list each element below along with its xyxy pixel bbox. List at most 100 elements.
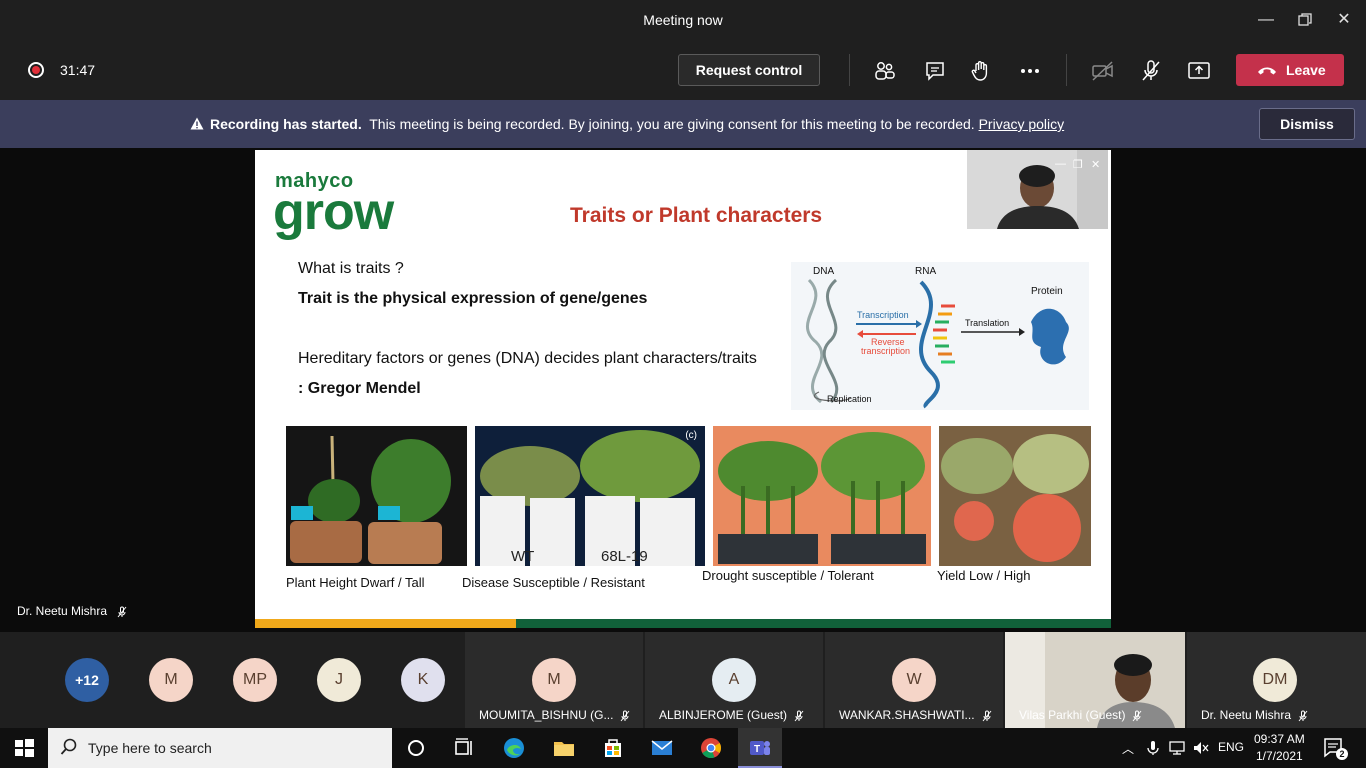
participant-tile[interactable]: DM Dr. Neetu Mishra xyxy=(1187,632,1366,728)
participant-strip: +12 M MP J K M MOUMITA_BISHNU (G... A AL… xyxy=(0,632,1366,728)
privacy-policy-link[interactable]: Privacy policy xyxy=(979,116,1065,132)
meeting-timer: 31:47 xyxy=(60,62,96,78)
toolbar-divider xyxy=(849,54,850,86)
pip-minimize-icon[interactable]: — xyxy=(1055,158,1066,170)
diagram-reverse2-label: transcription xyxy=(861,346,911,356)
more-icon[interactable] xyxy=(1017,58,1043,84)
presenter-video[interactable]: — ❐ ✕ xyxy=(967,150,1108,229)
slide-question: What is traits ? xyxy=(298,260,404,277)
participant-tile[interactable]: A ALBINJEROME (Guest) xyxy=(645,632,823,728)
drought-graphic xyxy=(718,432,926,564)
tray-chevron-icon[interactable]: ︿ xyxy=(1122,740,1134,757)
photo-yield xyxy=(939,426,1091,566)
close-button[interactable]: ✕ xyxy=(1332,8,1356,32)
cortana-icon[interactable] xyxy=(404,736,428,760)
participant-tile[interactable]: M MOUMITA_BISHNU (G... xyxy=(465,632,643,728)
logo-grow-text: grow xyxy=(273,183,394,241)
diagram-transcription-label: Transcription xyxy=(857,310,909,320)
warning-icon xyxy=(190,117,204,130)
phone-hangup-icon xyxy=(1258,67,1276,75)
teams-taskbar-button[interactable]: T xyxy=(738,728,782,768)
chrome-icon[interactable] xyxy=(699,736,723,760)
search-placeholder: Type here to search xyxy=(88,740,212,756)
participant-avatar[interactable]: J xyxy=(317,658,361,702)
pip-close-icon[interactable]: ✕ xyxy=(1091,158,1100,171)
store-icon[interactable] xyxy=(601,736,625,760)
participant-tile-name: Vilas Parkhi (Guest) xyxy=(1019,708,1143,722)
dismiss-button[interactable]: Dismiss xyxy=(1259,108,1355,140)
file-explorer-icon[interactable] xyxy=(552,736,576,760)
diagram-replication-label: Replication xyxy=(827,394,872,404)
presenter-graphic xyxy=(967,150,1108,229)
participants-icon[interactable] xyxy=(872,58,898,84)
edge-browser-icon[interactable] xyxy=(502,736,526,760)
diagram-translation-label: Translation xyxy=(965,318,1010,328)
mic-off-icon xyxy=(1133,710,1142,722)
banner-message: Recording has started. This meeting is b… xyxy=(190,116,1064,132)
tray-volume-muted-icon[interactable] xyxy=(1192,740,1210,756)
recording-icon xyxy=(28,62,44,78)
tray-network-icon[interactable] xyxy=(1168,740,1186,756)
more-participants-button[interactable]: +12 xyxy=(65,658,109,702)
maximize-button[interactable] xyxy=(1293,8,1317,32)
taskbar-search[interactable]: Type here to search xyxy=(48,728,392,768)
slide-title: Traits or Plant characters xyxy=(570,204,823,227)
mic-off-icon xyxy=(982,710,991,722)
participant-tile-avatar: W xyxy=(892,658,936,702)
pip-restore-icon[interactable]: ❐ xyxy=(1073,158,1083,171)
minimize-button[interactable]: — xyxy=(1254,8,1278,32)
camera-off-icon[interactable] xyxy=(1090,58,1116,84)
photo-68l-label: 68L-19 xyxy=(601,548,648,565)
central-dogma-diagram: DNA RNA Protein Transcription Reverse tr… xyxy=(791,262,1089,410)
title-bar: Meeting now — ✕ xyxy=(0,0,1366,40)
slide-footer-bar-gold xyxy=(255,619,516,628)
photo-plant-height xyxy=(286,426,467,566)
share-icon[interactable] xyxy=(1186,58,1212,84)
tray-mic-icon[interactable] xyxy=(1146,740,1160,756)
slide-hereditary: Hereditary factors or genes (DNA) decide… xyxy=(298,350,757,367)
leave-button[interactable]: Leave xyxy=(1236,54,1344,86)
active-speaker-label: Dr. Neetu Mishra xyxy=(17,604,128,618)
photo-corner-label: (c) xyxy=(685,430,697,441)
mic-off-icon xyxy=(117,606,127,618)
participant-avatar[interactable]: M xyxy=(149,658,193,702)
caption-height: Plant Height Dwarf / Tall xyxy=(286,575,425,590)
leave-label: Leave xyxy=(1286,62,1326,78)
participant-tile-avatar: M xyxy=(532,658,576,702)
window-title: Meeting now xyxy=(643,12,723,28)
diagram-protein-label: Protein xyxy=(1031,286,1063,297)
restore-icon xyxy=(1298,13,1312,26)
mail-icon[interactable] xyxy=(650,736,674,760)
caption-yield: Yield Low / High xyxy=(937,568,1031,583)
raise-hand-icon[interactable] xyxy=(968,58,994,84)
mic-off-icon[interactable] xyxy=(1138,58,1164,84)
diagram-dna-label: DNA xyxy=(813,266,835,277)
windows-taskbar: Type here to search T ︿ ENG 09:37 AM 1/7… xyxy=(0,728,1366,768)
chat-icon[interactable] xyxy=(922,58,948,84)
request-control-button[interactable]: Request control xyxy=(678,54,820,86)
participant-video-tile[interactable]: Vilas Parkhi (Guest) xyxy=(1005,632,1185,728)
photo-wt-label: WT xyxy=(511,548,535,565)
windows-start-icon[interactable] xyxy=(12,736,36,760)
participant-avatar[interactable]: K xyxy=(401,658,445,702)
slide-definition: Trait is the physical expression of gene… xyxy=(298,290,648,307)
active-speaker-name: Dr. Neetu Mishra xyxy=(17,604,108,618)
task-view-icon[interactable] xyxy=(452,736,476,760)
dna-diagram-graphic xyxy=(805,278,1069,409)
tray-language[interactable]: ENG xyxy=(1218,740,1244,754)
yield-graphic xyxy=(941,434,1089,562)
participant-avatar[interactable]: MP xyxy=(233,658,277,702)
photo-disease: (c) WT 68L-19 xyxy=(475,426,705,566)
action-center-button[interactable]: 2 xyxy=(1322,736,1348,760)
participant-tile-name: Dr. Neetu Mishra xyxy=(1201,708,1309,722)
participant-tile[interactable]: W WANKAR.SHASHWATI... xyxy=(825,632,1003,728)
tray-clock[interactable]: 09:37 AM 1/7/2021 xyxy=(1254,731,1305,765)
notification-count-badge: 2 xyxy=(1336,748,1348,760)
toolbar-divider xyxy=(1066,54,1067,86)
slide-attribution: : Gregor Mendel xyxy=(298,380,421,397)
recording-banner: Recording has started. This meeting is b… xyxy=(0,100,1366,148)
mic-off-icon xyxy=(1298,710,1308,722)
participant-tile-avatar: A xyxy=(712,658,756,702)
mic-off-icon xyxy=(794,710,804,722)
banner-bold: Recording has started. xyxy=(210,116,362,132)
